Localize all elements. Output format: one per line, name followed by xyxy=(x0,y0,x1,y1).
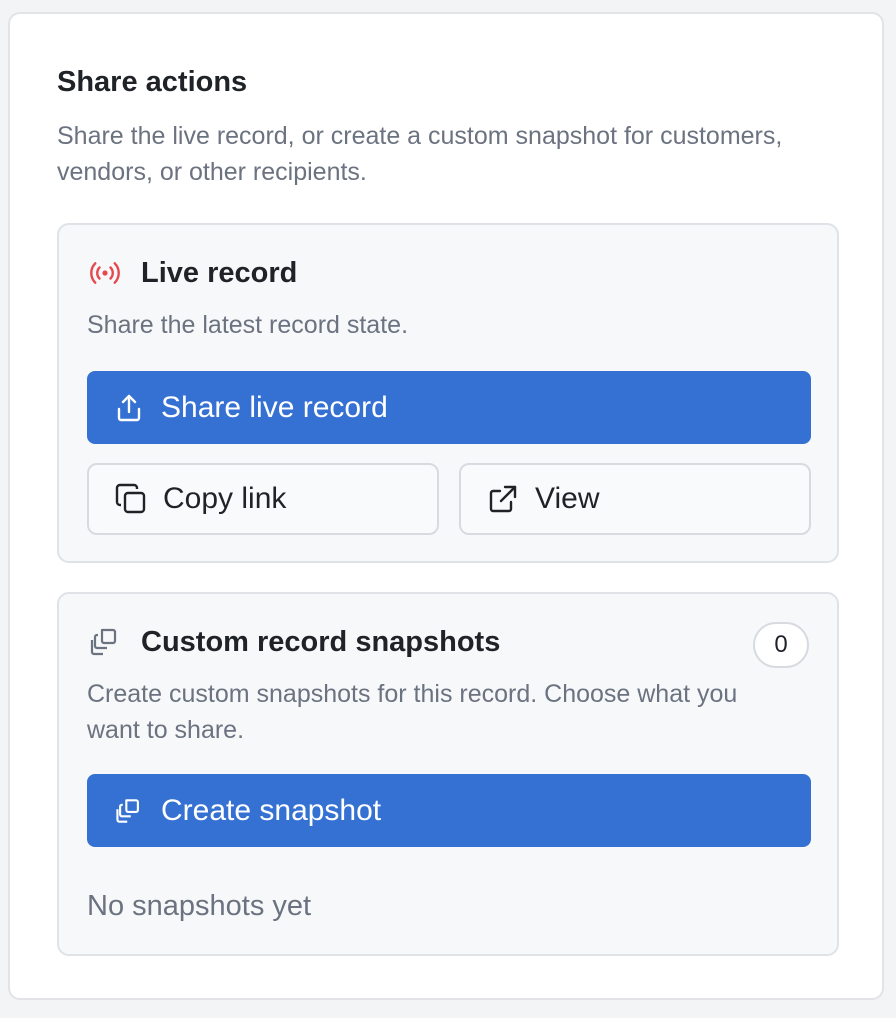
custom-snapshots-description: Create custom snapshots for this record.… xyxy=(87,680,738,744)
live-record-header: Live record xyxy=(87,255,297,291)
external-link-icon xyxy=(485,481,521,517)
share-live-record-label: Share live record xyxy=(161,390,388,424)
custom-snapshots-title: Custom record snapshots xyxy=(141,625,501,658)
copy-link-label: Copy link xyxy=(163,482,287,515)
create-snapshot-button[interactable]: Create snapshot xyxy=(87,774,811,847)
empty-state-text: No snapshots yet xyxy=(87,890,312,922)
broadcast-icon xyxy=(87,255,123,291)
view-button[interactable]: View xyxy=(459,463,811,535)
snapshots-icon xyxy=(113,795,145,827)
live-record-description: Share the latest record state. xyxy=(87,311,409,339)
copy-link-button[interactable]: Copy link xyxy=(87,463,439,535)
snapshots-icon xyxy=(87,624,123,660)
create-snapshot-label: Create snapshot xyxy=(161,793,382,827)
custom-snapshots-header: Custom record snapshots xyxy=(87,624,500,660)
view-label: View xyxy=(535,482,600,515)
snapshot-count-badge: 0 xyxy=(753,622,809,668)
copy-icon xyxy=(113,481,149,517)
live-record-card: Live record Share the latest record stat… xyxy=(57,223,839,563)
share-actions-panel: Share actions Share the live record, or … xyxy=(8,12,884,1000)
panel-description: Share the live record, or create a custo… xyxy=(57,122,783,186)
live-record-title: Live record xyxy=(141,256,298,289)
share-live-record-button[interactable]: Share live record xyxy=(87,371,811,444)
share-upload-icon xyxy=(113,392,145,424)
custom-snapshots-card: Custom record snapshots 0 Create custom … xyxy=(57,592,839,956)
panel-title: Share actions xyxy=(57,66,248,98)
